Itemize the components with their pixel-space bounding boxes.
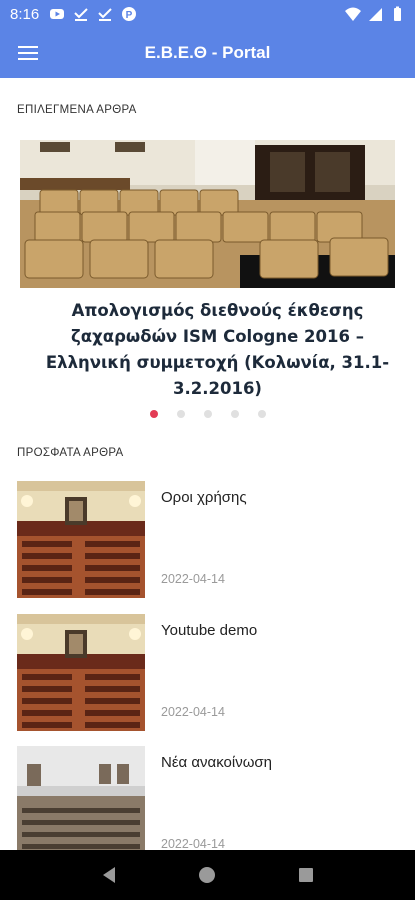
pager-dot[interactable] [231, 410, 239, 418]
system-nav-bar [0, 850, 415, 900]
article-date: 2022-04-14 [161, 705, 225, 719]
pager-dot[interactable] [150, 410, 158, 418]
article-thumbnail [17, 614, 145, 731]
recents-icon [298, 868, 313, 882]
pocket-icon: P [122, 7, 137, 21]
status-time: 8:16 [10, 5, 40, 23]
list-item[interactable]: Νέα ανακοίνωση 2022-04-14 [17, 746, 415, 864]
list-item[interactable]: Οροι χρήσης 2022-04-14 [17, 481, 415, 599]
svg-text:P: P [126, 10, 133, 21]
article-title[interactable]: Νέα ανακοίνωση [161, 754, 272, 771]
app-bar: Ε.Β.Ε.Θ - Portal [0, 28, 415, 78]
battery-icon [394, 6, 401, 21]
article-thumbnail [17, 481, 145, 598]
wifi-icon [345, 7, 361, 21]
back-icon [103, 867, 116, 883]
signal-icon [369, 8, 382, 21]
list-item[interactable]: Youtube demo 2022-04-14 [17, 614, 415, 732]
recent-section-title: ΠΡΟΣΦΑΤΑ ΑΡΘΡΑ [17, 447, 124, 459]
article-thumbnail [17, 746, 145, 863]
menu-button[interactable] [0, 28, 56, 78]
youtube-icon [50, 9, 65, 19]
featured-article-title[interactable]: Απολογισμός διεθνούς έκθεσης ζαχαρωδών I… [20, 298, 395, 402]
recents-button[interactable] [292, 861, 320, 889]
check-icon [98, 8, 112, 21]
carousel-pager [150, 410, 266, 418]
article-date: 2022-04-14 [161, 572, 225, 586]
pager-dot[interactable] [258, 410, 266, 418]
home-icon [199, 867, 216, 883]
featured-article-card[interactable]: Απολογισμός διεθνούς έκθεσης ζαχαρωδών I… [20, 140, 395, 402]
featured-section-title: ΕΠΙΛΕΓΜΕΝΑ ΑΡΘΡΑ [17, 104, 137, 116]
check-icon [74, 8, 88, 21]
back-button[interactable] [95, 861, 123, 889]
pager-dot[interactable] [204, 410, 212, 418]
hamburger-icon [18, 46, 38, 60]
pager-dot[interactable] [177, 410, 185, 418]
article-title[interactable]: Youtube demo [161, 622, 257, 639]
article-date: 2022-04-14 [161, 837, 225, 851]
page-title: Ε.Β.Ε.Θ - Portal [144, 43, 271, 62]
status-bar: 8:16 P [0, 0, 415, 28]
article-title[interactable]: Οροι χρήσης [161, 489, 247, 506]
home-button[interactable] [193, 861, 221, 889]
featured-article-image [20, 140, 395, 288]
